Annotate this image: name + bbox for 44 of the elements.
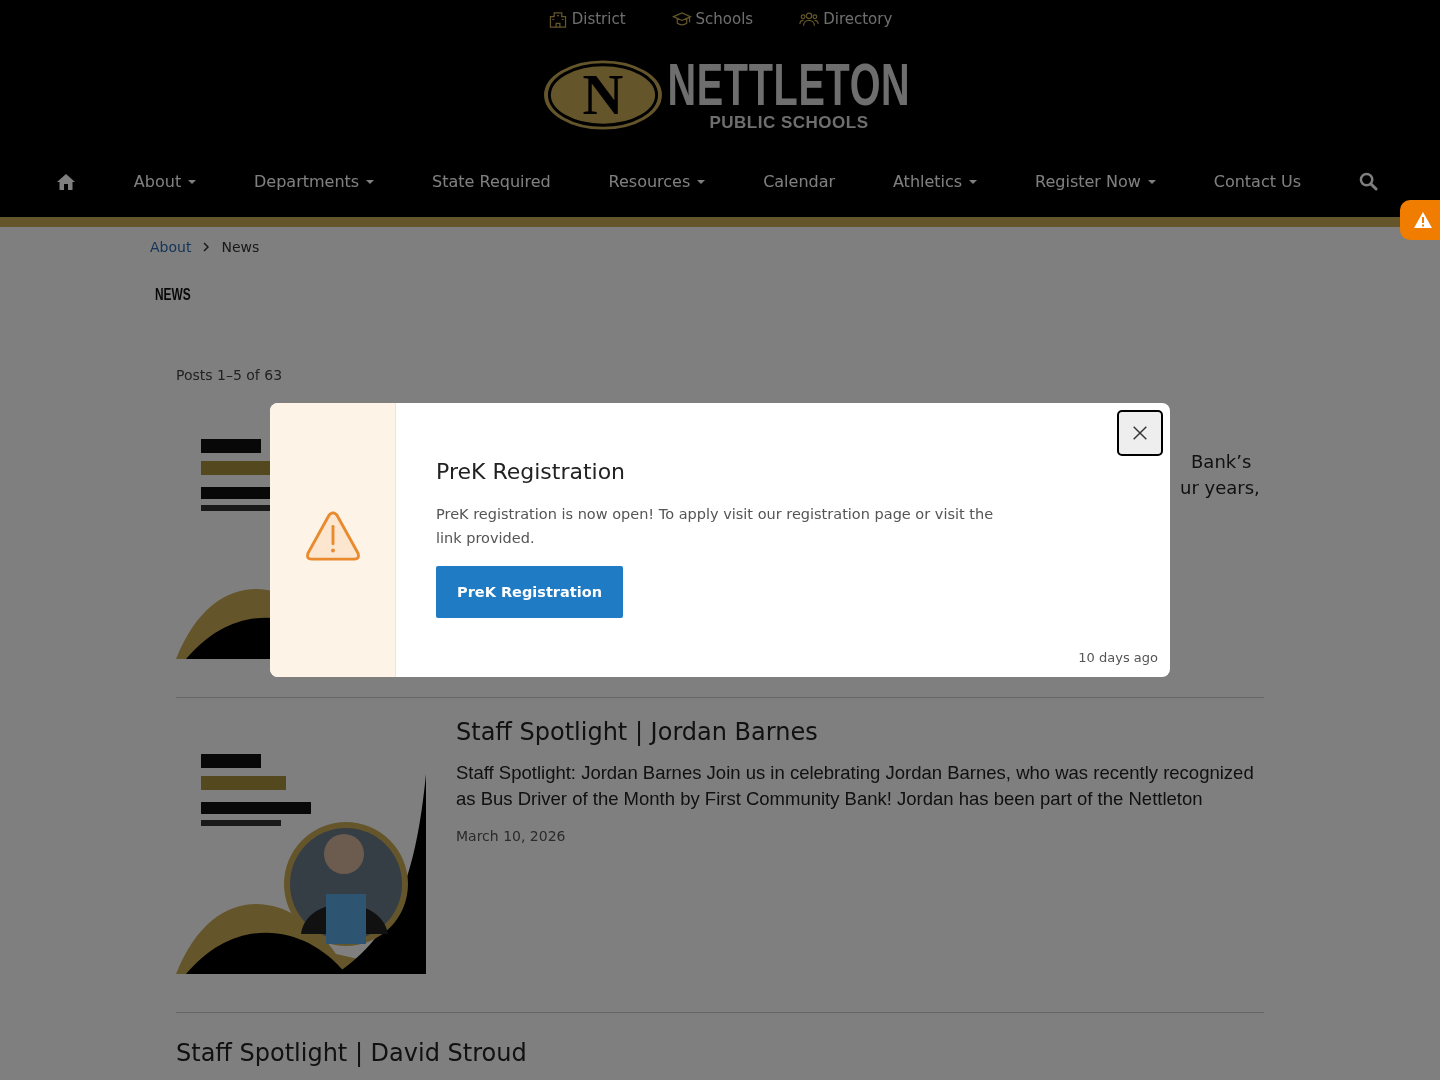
caret-icon	[1147, 179, 1156, 184]
search-icon[interactable]	[1358, 172, 1378, 191]
caret-icon	[969, 179, 978, 184]
post-title[interactable]: Staff Spotlight | David Stroud	[176, 1039, 527, 1067]
graduation-cap-icon	[671, 10, 692, 28]
page-heading: NEWS	[155, 285, 191, 305]
dialog-title: PreK Registration	[436, 459, 627, 484]
posts-count: Posts 1–5 of 63	[176, 367, 284, 383]
breadcrumb-item[interactable]: News	[221, 239, 260, 255]
close-button[interactable]	[1117, 410, 1163, 456]
warning-icon	[303, 509, 362, 563]
caret-icon	[188, 179, 197, 184]
logo-wordmark: NETTLETON	[667, 57, 911, 113]
dialog-timestamp: 10 days ago	[1078, 650, 1158, 665]
nav-item[interactable]: Contact Us	[1213, 172, 1302, 191]
caret-icon	[697, 179, 706, 184]
close-icon	[1131, 424, 1149, 442]
warning-icon	[1413, 211, 1433, 229]
top-link[interactable]: District	[547, 8, 626, 30]
nav-item[interactable]: Athletics	[892, 172, 978, 191]
post-title[interactable]: Staff Spotlight | Jordan Barnes	[456, 718, 1264, 746]
dialog-message: PreK registration is now open! To apply visit our registration page or visit the link provided.	[436, 505, 995, 548]
people-icon	[799, 10, 820, 28]
nav-item[interactable]: Departments	[254, 172, 375, 191]
post-excerpt: Bank’s	[1191, 450, 1253, 474]
building-icon	[547, 10, 568, 28]
breadcrumb-item[interactable]: About	[150, 239, 192, 255]
post-excerpt: Staff Spotlight: Jordan Barnes Join us in celebrating Jordan Barnes, who was recently recognized as Bus Driver of the Month by First Community Bank! Jordan has been part of the Nettleton	[456, 761, 1255, 811]
alert-button[interactable]	[1400, 200, 1440, 240]
nav-item[interactable]: State Required	[432, 172, 551, 191]
logo-subtitle: PUBLIC SCHOOLS	[709, 113, 869, 133]
caret-icon	[366, 179, 375, 184]
nav-item[interactable]: Register Now	[1035, 172, 1156, 191]
nav-item[interactable]: About	[133, 172, 197, 191]
nav-item[interactable]: Calendar	[763, 172, 836, 191]
chevron-icon	[203, 242, 210, 252]
top-link[interactable]: Schools	[671, 8, 754, 30]
post-date: March 10, 2026	[456, 828, 567, 844]
top-link[interactable]: Directory	[799, 8, 893, 30]
registration-button[interactable]: PreK Registration	[436, 566, 623, 618]
nav-item[interactable]: Resources	[608, 172, 706, 191]
home-icon[interactable]	[56, 172, 76, 191]
emblem-letter: N	[582, 64, 624, 127]
post-excerpt: ur years,	[1180, 476, 1260, 500]
